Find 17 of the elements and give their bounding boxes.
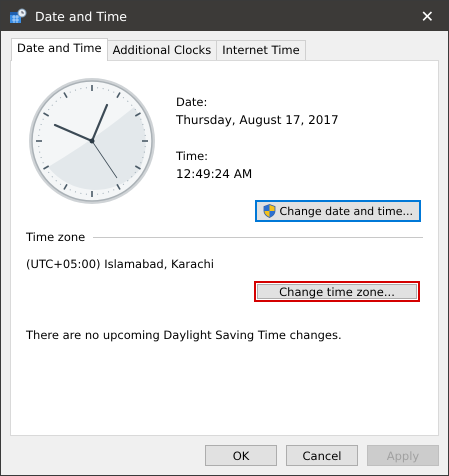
time-label: Time:	[176, 149, 210, 163]
time-value: 12:49:24 AM	[176, 167, 254, 181]
dst-note: There are no upcoming Daylight Saving Time changes.	[26, 328, 343, 342]
tab[interactable]: Internet Time	[216, 40, 306, 60]
tab[interactable]: Date and Time	[11, 38, 108, 61]
change-time-zone-button[interactable]: Change time zone...	[254, 281, 420, 302]
time-zone-heading: Time zone	[26, 230, 86, 244]
date-label: Date:	[176, 95, 208, 109]
change-date-time-button[interactable]: Change date and time...	[254, 200, 421, 222]
date-value: Thursday, August 17, 2017	[176, 113, 339, 127]
dialog-button[interactable]: OK	[205, 445, 277, 466]
dialog-button[interactable]: Cancel	[286, 445, 358, 466]
calendar-clock-icon	[9, 8, 27, 24]
shield-icon	[262, 204, 276, 218]
time-zone-value: (UTC+05:00) Islamabad, Karachi	[26, 257, 216, 271]
window-title: Date and Time	[35, 8, 128, 24]
close-button[interactable]: ✕	[414, 6, 440, 26]
